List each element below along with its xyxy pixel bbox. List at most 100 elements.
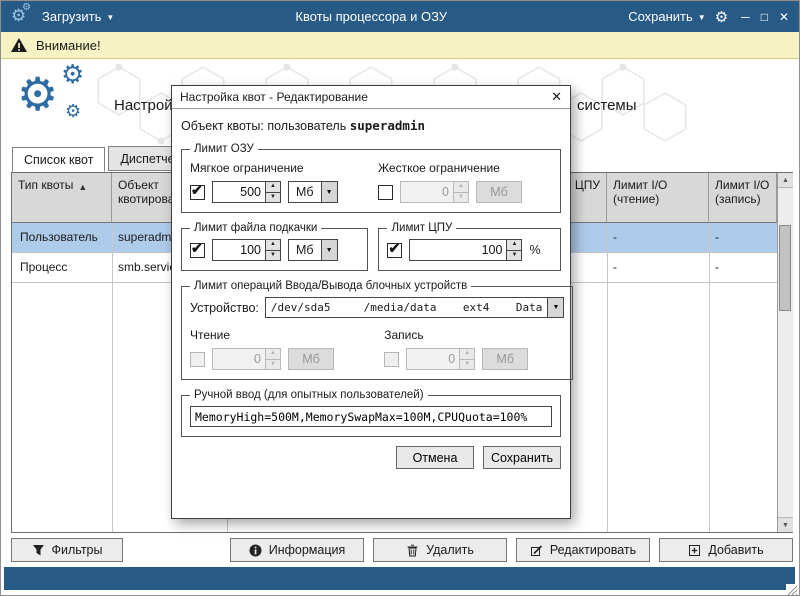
scroll-down-icon: ▼	[782, 522, 789, 529]
add-button[interactable]: Добавить	[659, 538, 793, 562]
io-read-value-input	[213, 349, 265, 369]
cell-io-read: -	[613, 260, 617, 274]
column-divider	[709, 173, 710, 532]
dialog-titlebar: Настройка квот - Редактирование ✕	[172, 86, 570, 109]
ram-soft-checkbox[interactable]	[190, 185, 205, 200]
gears-logo: ⚙ ⚙ ⚙	[17, 63, 109, 133]
minimize-button[interactable]: ─	[741, 10, 750, 24]
spin-down-icon: ▼	[266, 360, 280, 370]
titlebar: ⚙ ⚙ Загрузить ▼ Квоты процессора и ОЗУ С…	[1, 1, 799, 32]
cpu-limit-legend: Лимит ЦПУ	[387, 222, 456, 234]
bottom-toolbar: Фильтры Информация Удалить	[11, 538, 793, 562]
chevron-down-icon: ▼	[106, 11, 114, 22]
scrollbar-thumb[interactable]	[779, 225, 791, 311]
app-window: ⚙ ⚙ Загрузить ▼ Квоты процессора и ОЗУ С…	[0, 0, 800, 596]
dropdown-arrow-icon: ▼	[326, 189, 333, 196]
io-write-unit-dropdown: Мб	[482, 348, 528, 370]
io-write-value-input	[407, 349, 459, 369]
cpu-percent-suffix: %	[529, 243, 540, 257]
ram-limit-legend: Лимит ОЗУ	[190, 143, 258, 155]
ram-hard-unit-dropdown: Мб	[476, 181, 522, 203]
spin-down-icon: ▼	[460, 360, 474, 370]
ram-hard-spinner: ▲ ▼	[400, 181, 469, 203]
cell-io-write: -	[715, 260, 719, 274]
filter-funnel-icon	[32, 544, 45, 557]
column-divider	[607, 173, 608, 532]
quota-object-line: Объект квоты: пользователь superadmin	[181, 118, 561, 133]
dialog-save-button[interactable]: Сохранить	[483, 446, 561, 469]
page-title-fragment-left: Настрой	[114, 97, 173, 114]
scroll-up-button[interactable]: ▲	[778, 173, 793, 188]
cpu-value-input[interactable]	[410, 240, 506, 260]
trash-icon	[406, 544, 419, 557]
dialog-close-button[interactable]: ✕	[551, 89, 562, 105]
edit-button[interactable]: Редактировать	[516, 538, 650, 562]
io-read-checkbox	[190, 352, 205, 367]
settings-gear-icon[interactable]: ⚙	[715, 8, 728, 26]
quota-object-name: superadmin	[350, 118, 425, 133]
scroll-down-button[interactable]: ▼	[778, 517, 793, 532]
ram-soft-label: Мягкое ограничение	[190, 161, 364, 175]
warning-triangle-icon	[10, 37, 28, 53]
device-label: Устройство:	[190, 301, 259, 315]
ram-soft-value-input[interactable]	[213, 182, 265, 202]
ram-hard-checkbox[interactable]	[378, 185, 393, 200]
column-header-io-write[interactable]: Лимит I/O (запись)	[709, 173, 777, 223]
load-menu-label: Загрузить	[42, 9, 101, 24]
spin-down-icon[interactable]: ▼	[266, 251, 280, 261]
ram-soft-unit-dropdown[interactable]: Мб ▼	[288, 181, 338, 203]
swap-unit-dropdown[interactable]: Мб ▼	[288, 239, 338, 261]
window-title: Квоты процессора и ОЗУ	[123, 9, 619, 24]
spin-up-icon[interactable]: ▲	[507, 240, 521, 251]
ram-hard-label: Жесткое ограничение	[378, 161, 552, 175]
spin-down-icon[interactable]: ▼	[266, 193, 280, 203]
add-plus-icon	[688, 544, 701, 557]
resize-grip[interactable]	[786, 584, 798, 596]
ram-soft-spinner: ▲ ▼	[212, 181, 281, 203]
spin-up-icon: ▲	[460, 349, 474, 360]
edit-pencil-icon	[530, 544, 543, 557]
column-header-io-read[interactable]: Лимит I/O (чтение)	[607, 173, 709, 223]
save-menu-label: Сохранить	[628, 9, 693, 24]
dialog-cancel-button[interactable]: Отмена	[396, 446, 474, 469]
swap-checkbox[interactable]	[190, 243, 205, 258]
swap-limit-group: Лимит файла подкачки ▲ ▼ Мб ▼	[181, 222, 368, 271]
spin-up-icon: ▲	[266, 349, 280, 360]
sort-ascending-icon: ▲	[78, 178, 87, 194]
tab-quota-list[interactable]: Список квот	[12, 147, 105, 172]
ram-hard-value-input	[401, 182, 453, 202]
vertical-scrollbar[interactable]: ▲ ▼	[777, 173, 793, 532]
swap-value-input[interactable]	[213, 240, 265, 260]
device-value: /dev/sda5 /media/data ext4 Data	[266, 298, 548, 317]
ram-limit-group: Лимит ОЗУ Мягкое ограничение ▲ ▼	[181, 143, 561, 213]
delete-button[interactable]: Удалить	[373, 538, 507, 562]
quota-edit-dialog: Настройка квот - Редактирование ✕ Объект…	[171, 85, 571, 519]
warning-bar: Внимание!	[1, 32, 799, 59]
spin-down-icon: ▼	[454, 193, 468, 203]
status-bar	[4, 567, 795, 590]
info-button[interactable]: Информация	[230, 538, 364, 562]
page-title-fragment-right: системы	[577, 97, 637, 114]
device-combobox[interactable]: /dev/sda5 /media/data ext4 Data ▼	[265, 297, 565, 318]
filters-button[interactable]: Фильтры	[11, 538, 123, 562]
cell-quota-type: Процесс	[20, 260, 67, 274]
load-menu-button[interactable]: Загрузить ▼	[42, 9, 114, 24]
window-controls: ─ □ ✕	[741, 10, 789, 24]
spin-down-icon[interactable]: ▼	[507, 251, 521, 261]
spin-up-icon[interactable]: ▲	[266, 240, 280, 251]
app-gears-icon: ⚙ ⚙	[11, 7, 33, 27]
dialog-title: Настройка квот - Редактирование	[180, 90, 368, 104]
maximize-button[interactable]: □	[761, 10, 768, 24]
cell-quota-type: Пользователь	[20, 230, 98, 244]
io-read-label: Чтение	[190, 328, 370, 342]
spin-up-icon[interactable]: ▲	[266, 182, 280, 193]
column-divider	[112, 173, 113, 532]
close-button[interactable]: ✕	[779, 10, 789, 24]
cpu-checkbox[interactable]	[387, 243, 402, 258]
manual-input-group: Ручной ввод (для опытных пользователей)	[181, 389, 561, 437]
io-write-checkbox	[384, 352, 399, 367]
manual-input[interactable]	[190, 406, 552, 427]
save-menu-button[interactable]: Сохранить ▼	[628, 9, 706, 24]
dropdown-arrow-icon: ▼	[326, 247, 333, 254]
column-header-type[interactable]: Тип квоты ▲	[12, 173, 112, 223]
